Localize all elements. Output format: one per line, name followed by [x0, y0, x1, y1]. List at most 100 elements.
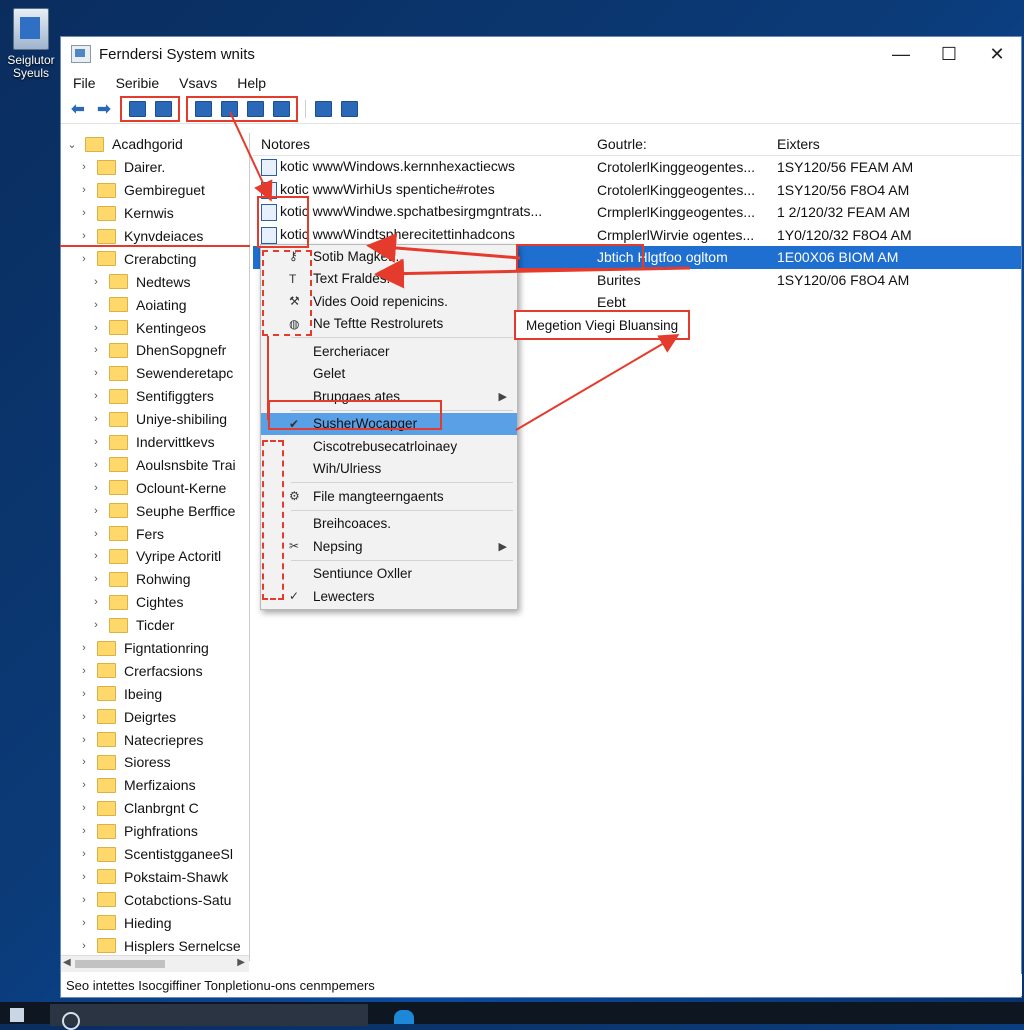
tree-item[interactable]: › Aoiating [61, 293, 249, 316]
list-row[interactable]: kotic wwwWindows.kernnhexactiecws Crotole… [253, 156, 1021, 179]
close-button[interactable]: ✕ [973, 37, 1021, 71]
toolbar-button-view[interactable] [312, 99, 334, 119]
chevron-right-icon[interactable]: › [77, 825, 91, 837]
chevron-right-icon[interactable]: › [77, 917, 91, 929]
chevron-right-icon[interactable]: › [77, 802, 91, 814]
tree-item[interactable]: ⌄ Acadhgorid [61, 133, 249, 156]
chevron-right-icon[interactable]: › [89, 550, 103, 562]
chevron-right-icon[interactable]: › [89, 459, 103, 471]
context-menu-item[interactable]: Breihcoaces. [261, 513, 517, 536]
context-menu-item[interactable]: Sentiunce Oxller [261, 563, 517, 586]
tree-item[interactable]: › Cotabctions-Satu [61, 888, 249, 911]
chevron-right-icon[interactable]: › [77, 665, 91, 677]
chevron-down-icon[interactable]: ⌄ [65, 138, 79, 151]
menu-view[interactable]: Vsavs [179, 75, 217, 91]
tree-item[interactable]: › Kentingeos [61, 316, 249, 339]
list-row[interactable]: kotic wwwWindwe.spchatbesirgmgntrats... C… [253, 201, 1021, 224]
menu-service[interactable]: Seribie [116, 75, 160, 91]
tree-item[interactable]: › ScentistgganeeSl [61, 843, 249, 866]
chevron-right-icon[interactable]: › [89, 276, 103, 288]
chevron-right-icon[interactable]: › [77, 940, 91, 952]
context-menu-item[interactable]: Ciscotrebusecatrloinaey [261, 435, 517, 458]
chevron-right-icon[interactable]: › [89, 596, 103, 608]
tree-item[interactable]: › Pokstaim-Shawk [61, 866, 249, 889]
tree-item[interactable]: › Merfizaions [61, 774, 249, 797]
column-header-name[interactable]: Notores [253, 136, 591, 152]
title-bar[interactable]: Ferndersi System wnits — ☐ ✕ [61, 37, 1021, 71]
maximize-button[interactable]: ☐ [925, 37, 973, 71]
chevron-right-icon[interactable]: › [89, 619, 103, 631]
chevron-right-icon[interactable]: › [77, 642, 91, 654]
column-header-date[interactable]: Eixters [771, 136, 1021, 152]
tree-item[interactable]: › Fers [61, 522, 249, 545]
tree-item[interactable]: › Deigrtes [61, 705, 249, 728]
tree-item[interactable]: › Vyripe Actoritl [61, 545, 249, 568]
tree-item[interactable]: › Sioress [61, 751, 249, 774]
chevron-right-icon[interactable]: › [77, 848, 91, 860]
tree-item[interactable]: › Clanbrgnt C [61, 797, 249, 820]
menu-file[interactable]: File [73, 75, 96, 91]
toolbar-button-show[interactable] [152, 99, 174, 119]
tree-item[interactable]: › Nedtews [61, 270, 249, 293]
chevron-right-icon[interactable]: › [89, 528, 103, 540]
chevron-right-icon[interactable]: › [89, 390, 103, 402]
toolbar-button-refresh[interactable] [218, 99, 240, 119]
back-button[interactable]: ⬅ [67, 99, 89, 119]
chevron-right-icon[interactable]: › [77, 230, 91, 242]
tree-item[interactable]: › Gembireguet [61, 179, 249, 202]
chevron-right-icon[interactable]: › [89, 322, 103, 334]
toolbar-button-export[interactable] [244, 99, 266, 119]
list-row[interactable]: kotic wwwWindtspherecitettinhadcons Crmpl… [253, 224, 1021, 247]
start-button[interactable] [10, 1008, 24, 1022]
chevron-right-icon[interactable]: › [89, 505, 103, 517]
context-menu-item[interactable]: Wih/Ulriess [261, 458, 517, 481]
scrollbar-thumb[interactable] [75, 960, 165, 968]
chevron-right-icon[interactable]: › [77, 779, 91, 791]
navigation-tree[interactable]: ⌄ Acadhgorid › Dairer. › Gembireguet › Kernwis ›… [61, 133, 250, 961]
chevron-right-icon[interactable]: › [89, 367, 103, 379]
tree-item[interactable]: › Natecriepres [61, 728, 249, 751]
column-header-source[interactable]: Goutrle: [591, 136, 771, 152]
chevron-right-icon[interactable]: › [77, 756, 91, 768]
chevron-right-icon[interactable]: › [89, 482, 103, 494]
context-menu-item[interactable]: ✂ Nepsing ▶ [261, 535, 517, 558]
taskbar-search[interactable] [50, 1004, 368, 1030]
chevron-right-icon[interactable]: › [89, 573, 103, 585]
chevron-right-icon[interactable]: › [89, 436, 103, 448]
chevron-right-icon[interactable]: › [77, 734, 91, 746]
menu-help[interactable]: Help [237, 75, 266, 91]
tree-item[interactable]: › Rohwing [61, 568, 249, 591]
minimize-button[interactable]: — [877, 37, 925, 71]
tree-item[interactable]: › Oclount-Kerne [61, 476, 249, 499]
forward-button[interactable]: ➡ [93, 99, 115, 119]
tree-item[interactable]: › Sentifiggters [61, 385, 249, 408]
context-menu-item[interactable]: ⚙ File mangteerngaents [261, 485, 517, 508]
tree-item[interactable]: › Dairer. [61, 156, 249, 179]
toolbar-button-up[interactable] [126, 99, 148, 119]
tree-item[interactable]: › Aoulsnsbite Trai [61, 453, 249, 476]
chevron-right-icon[interactable]: › [89, 413, 103, 425]
tree-item[interactable]: › DhenSopgnefr [61, 339, 249, 362]
context-menu-item[interactable]: ✓ Lewecters [261, 585, 517, 608]
toolbar-button-filter[interactable] [338, 99, 360, 119]
tree-horizontal-scrollbar[interactable]: ◀ ▶ [61, 955, 249, 972]
tree-item[interactable]: › Seuphe Berffice [61, 499, 249, 522]
tree-item[interactable]: › Ibeing [61, 682, 249, 705]
tree-item[interactable]: › Kynvdeiaces [61, 225, 249, 248]
tree-item[interactable]: › Cightes [61, 591, 249, 614]
tree-item[interactable]: › Crerabcting [61, 247, 249, 270]
chevron-right-icon[interactable]: › [77, 207, 91, 219]
tree-item[interactable]: › Indervittkevs [61, 431, 249, 454]
toolbar-button-help[interactable] [270, 99, 292, 119]
chevron-right-icon[interactable]: › [77, 894, 91, 906]
desktop-shortcut[interactable]: Seiglutor Syeuls [2, 8, 60, 80]
chevron-right-icon[interactable]: › [77, 253, 91, 265]
context-menu-item[interactable]: Gelet [261, 363, 517, 386]
tree-item[interactable]: › Sewenderetapc [61, 362, 249, 385]
browser-taskbar-icon[interactable] [394, 1010, 414, 1024]
scroll-left-icon[interactable]: ◀ [63, 957, 71, 968]
toolbar-button-properties[interactable] [192, 99, 214, 119]
tree-item[interactable]: › Crerfacsions [61, 659, 249, 682]
list-row[interactable]: kotic wwwWirhiUs spentiche#rotes Crotoler… [253, 179, 1021, 202]
chevron-right-icon[interactable]: › [77, 688, 91, 700]
